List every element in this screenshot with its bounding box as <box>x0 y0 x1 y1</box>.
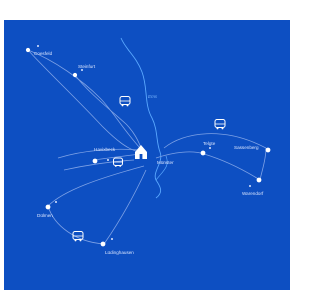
route-warendorf <box>203 153 261 181</box>
label-havixbeck: Havixbeck <box>94 147 116 152</box>
page: Coesfeld Steinfurt Havixbeck Telgte Sass… <box>0 0 294 304</box>
label-steinfurt: Steinfurt <box>78 64 96 69</box>
route-dulmen <box>47 165 145 207</box>
node-ludinghausen <box>100 241 106 247</box>
route-havixbeck <box>93 153 141 161</box>
label-warendorf: Warendorf <box>242 191 264 196</box>
node-havixbeck <box>92 158 98 164</box>
node-sassenberg <box>265 147 271 153</box>
stop-markers <box>37 45 251 240</box>
route-ludinghausen <box>103 169 147 245</box>
bus-icon <box>119 96 131 107</box>
bus-icon <box>113 157 123 167</box>
route-east-link <box>259 147 267 181</box>
node-dulmen <box>45 204 51 210</box>
route-south-loop <box>47 205 105 245</box>
river-ems <box>120 37 162 199</box>
label-telgte: Telgte <box>203 141 216 146</box>
node-steinfurt <box>72 72 78 78</box>
label-dulmen: Dülmen <box>37 213 53 218</box>
stop-marker <box>107 159 109 161</box>
node-coesfeld <box>25 47 31 53</box>
label-center-city: Münster <box>157 160 174 165</box>
stop-marker <box>111 238 113 240</box>
stop-marker <box>249 185 251 187</box>
regional-map: Coesfeld Steinfurt Havixbeck Telgte Sass… <box>4 20 290 290</box>
bus-icon <box>72 231 84 242</box>
label-river: Ems <box>148 94 158 99</box>
house-icon <box>135 145 147 159</box>
bus-icon <box>214 119 226 130</box>
stop-marker <box>209 147 211 149</box>
route-telgte <box>155 151 205 159</box>
stop-marker <box>55 201 57 203</box>
label-coesfeld: Coesfeld <box>34 51 53 56</box>
route-southwest <box>63 159 135 171</box>
label-sassenberg: Sassenberg <box>234 145 259 150</box>
label-ludinghausen: Lüdinghausen <box>105 250 134 255</box>
stop-marker <box>37 45 39 47</box>
map-graphic <box>25 37 271 247</box>
route-lines <box>27 49 267 245</box>
node-warendorf <box>256 177 262 183</box>
node-telgte <box>200 150 206 156</box>
